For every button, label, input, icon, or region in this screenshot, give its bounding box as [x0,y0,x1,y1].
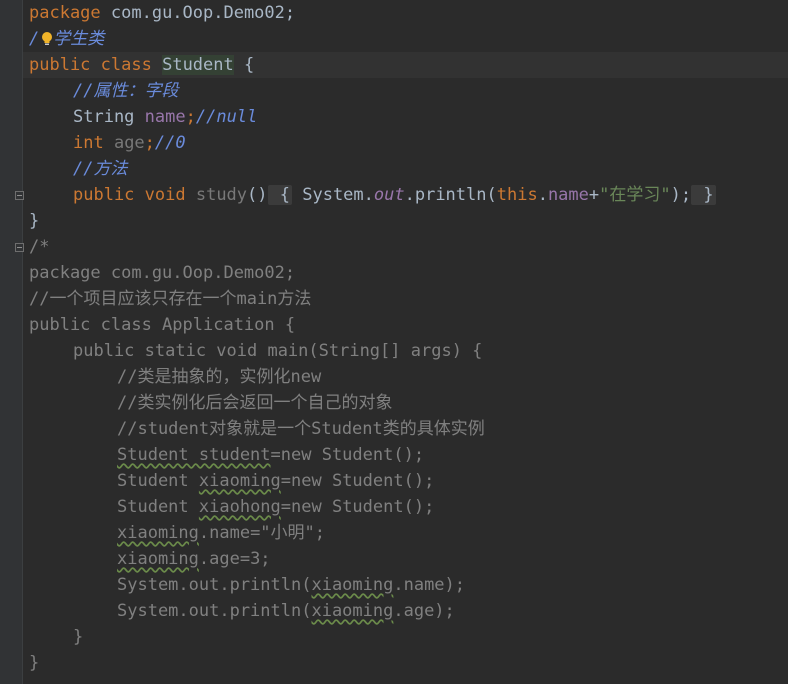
code-line-8: public void study() { System.out.println… [23,182,788,208]
dot: . [537,185,548,205]
comment-text: .name); [393,575,466,595]
close-paren: ); [670,185,692,205]
comment-text: xiaoming [117,523,199,543]
comment-text: 学生类 [53,29,105,49]
comment-text: .name="小明"; [198,523,326,543]
code-line-6: int age;//0 [23,130,788,156]
semicolon: ; [185,107,196,127]
folded-brace-close[interactable]: } [691,185,716,205]
keyword-class: class [90,55,152,75]
code-line-23: System.out.println(xiaoming.name); [23,572,788,598]
code-line-22: xiaoming.age=3; [23,546,788,572]
comment-text: System.out.println( [117,601,312,621]
string-literal: "在学习" [599,185,671,205]
code-line-4: //属性：字段 [23,78,788,104]
code-line-16: //类实例化后会返回一个自己的对象 [23,390,788,416]
comment-text: //student对象就是一个Student类的具体实例 [117,419,485,439]
comment-text: //属性：字段 [73,81,179,101]
comment-text: Student [117,497,199,517]
comment-text: =new Student(); [270,445,425,465]
class-name: Student [162,55,234,75]
comment-slash: / [29,29,40,49]
keyword-package: package [29,3,101,23]
code-line-15: //类是抽象的，实例化new [23,364,788,390]
method-name: study [185,185,248,205]
comment-text: =new Student(); [280,471,435,491]
editor-gutter [0,0,24,684]
code-line-25: } [23,624,788,650]
comment-text: Student student [117,445,271,465]
block-comment-start: /* [29,237,50,257]
comment-text: xiaoming [198,471,281,491]
comment-text: } [73,627,84,647]
comment-text: .age=3; [198,549,271,569]
code-line-17: //student对象就是一个Student类的具体实例 [23,416,788,442]
plus: + [588,185,600,205]
brace: } [29,211,40,231]
semicolon: ; [144,133,155,153]
comment-text: .age); [393,601,455,621]
comment-text: //一个项目应该只存在一个main方法 [29,289,312,309]
comment-text: //方法 [73,159,128,179]
code-line-19: Student xiaoming=new Student(); [23,468,788,494]
out-field: out [373,185,405,205]
code-line-21: xiaoming.name="小明"; [23,520,788,546]
keyword-void: void [134,185,186,205]
comment-text: //null [195,107,258,127]
code-line-7: //方法 [23,156,788,182]
comment-text: xiaoming [311,575,394,595]
code-line-3: public class Student { [23,52,788,78]
keyword-int: int [73,133,104,153]
comment-text: public static void main(String[] args) { [73,341,483,361]
code-line-2: / 学生类 [23,26,788,52]
code-line-9: } [23,208,788,234]
code-line-1: package com.gu.Oop.Demo02; [23,0,788,26]
type-name: String [73,107,145,127]
parens: () [247,185,268,205]
comment-text: System.out.println( [117,575,312,595]
code-line-11: package com.gu.Oop.Demo02; [23,260,788,286]
comment-text: public class Application { [29,315,296,335]
system-class: System. [292,185,374,205]
comment-text: =new Student(); [280,497,435,517]
keyword-public: public [73,185,135,205]
keyword-this: this [496,185,538,205]
field-name: name [547,185,589,205]
brace: { [233,55,255,75]
comment-text: package com.gu.Oop.Demo02; [29,263,296,283]
field-name: age [103,133,145,153]
code-line-18: Student student=new Student(); [23,442,788,468]
field-name: name [144,107,186,127]
code-line-5: String name;//null [23,104,788,130]
comment-text: //类实例化后会返回一个自己的对象 [117,393,393,413]
package-name: com.gu.Oop.Demo02; [100,3,296,23]
println-call: .println( [404,185,497,205]
folded-brace-open[interactable]: { [267,185,292,205]
code-line-10: /* [23,234,788,260]
code-line-12: //一个项目应该只存在一个main方法 [23,286,788,312]
comment-text: } [29,653,40,673]
comment-text: xiaohong [198,497,281,517]
lightbulb-icon[interactable] [41,31,53,47]
code-editor[interactable]: package com.gu.Oop.Demo02; / 学生类 public c… [23,0,788,684]
code-line-14: public static void main(String[] args) { [23,338,788,364]
comment-text: xiaoming [117,549,199,569]
code-line-26: } [23,650,788,676]
code-line-20: Student xiaohong=new Student(); [23,494,788,520]
code-line-13: public class Application { [23,312,788,338]
comment-text: Student [117,471,199,491]
comment-text: xiaoming [311,601,394,621]
code-line-24: System.out.println(xiaoming.age); [23,598,788,624]
comment-text: //类是抽象的，实例化new [117,367,322,387]
keyword-public: public [29,55,91,75]
comment-text: //0 [154,133,186,153]
